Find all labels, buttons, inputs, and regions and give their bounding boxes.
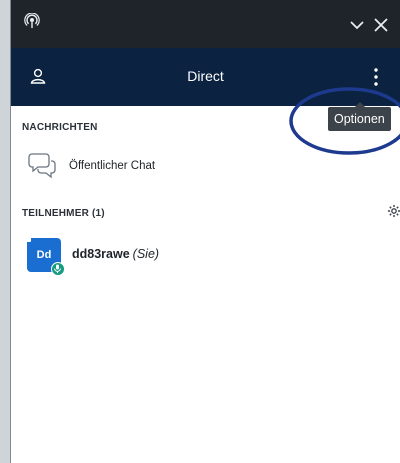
presenter-indicator xyxy=(25,236,31,242)
chevron-down-icon[interactable] xyxy=(348,16,366,34)
window-frame-left xyxy=(0,0,11,463)
chat-bubbles-icon xyxy=(27,151,57,184)
public-chat-item[interactable]: Öffentlicher Chat xyxy=(25,150,225,180)
close-icon[interactable] xyxy=(372,16,390,34)
gear-icon[interactable] xyxy=(387,204,400,223)
header-title: Direct xyxy=(187,68,224,84)
public-chat-label: Öffentlicher Chat xyxy=(69,160,156,172)
microphone-icon xyxy=(51,262,65,276)
podcast-icon xyxy=(24,12,40,34)
messages-section-label: NACHRICHTEN xyxy=(22,122,98,133)
title-bar xyxy=(11,0,400,48)
app-window: Direct NACHRICHTEN Öffentlicher Chat TEI… xyxy=(11,0,400,463)
participant-item[interactable]: Dd dd83rawe (Sie) xyxy=(25,236,245,280)
participant-username: dd83rawe xyxy=(72,247,130,261)
participant-self-label: (Sie) xyxy=(132,247,160,261)
participant-name: dd83rawe (Sie) xyxy=(72,247,159,261)
participants-section-label: TEILNEHMER (1) xyxy=(22,208,105,219)
annotation-ellipse xyxy=(287,85,400,157)
